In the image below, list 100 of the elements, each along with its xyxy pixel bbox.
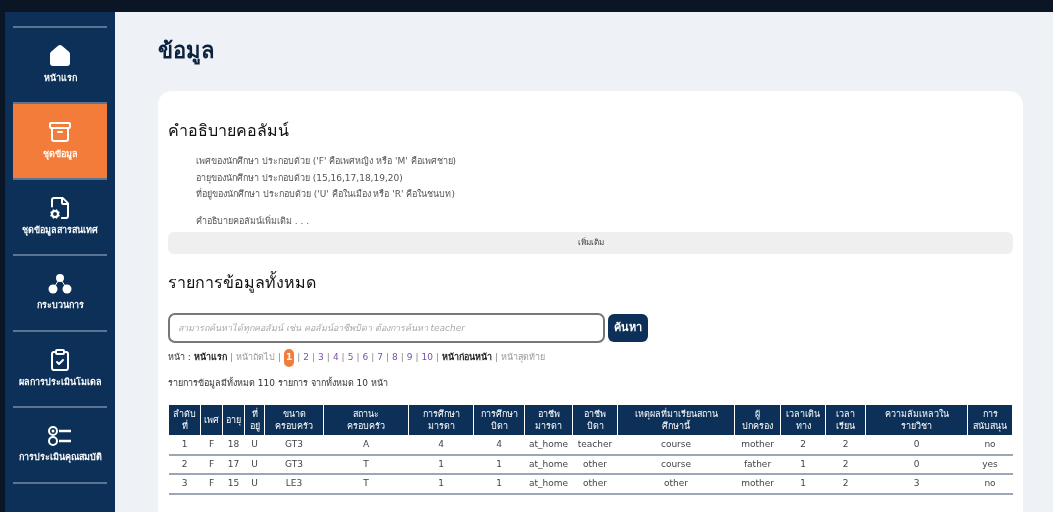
separator: | [436,351,440,364]
description-line: ที่อยู่ของนักศึกษา ประกอบด้วย ('U' คือในเมือง หรือ 'R' คือในชนบท) [196,188,456,202]
table-cell: GT3 [264,454,324,474]
table-cell: 1 [473,454,525,474]
table-cell: F [200,435,223,455]
table-cell: U [244,435,265,455]
clipboard-check-icon [48,348,72,373]
page-link[interactable]: 8 [392,351,398,365]
table-cell: no [967,435,1013,455]
table-cell: 18 [222,435,245,455]
column-header: การ สนับสนุน [967,404,1013,436]
column-header: ที่ อยู่ [244,404,265,436]
sidebar-item[interactable]: การประเมินคุณสมบัติ [13,408,107,482]
file-gear-icon [48,196,72,221]
page-link[interactable]: 10 [421,351,433,365]
sidebar-item[interactable]: กระบวนการ [13,256,107,330]
table-cell: 2 [780,435,826,455]
table-cell: 1 [780,474,826,494]
sidebar-label: ผลการประเมินโมเดล [18,376,102,390]
separator: | [371,351,375,364]
pagination-link[interactable]: หน้าก่อนหน้า [442,351,493,365]
separator: | [312,351,316,364]
table-cell: T [323,474,409,494]
separator: | [385,351,389,364]
page-link[interactable]: 3 [318,351,324,365]
table-cell: at_home [524,454,573,474]
search-button[interactable]: ค้นหา [608,314,648,342]
more-button[interactable]: เพิ่มเติม [168,232,1013,254]
separator: | [400,351,404,364]
table-cell: other [572,474,618,494]
sidebar-item[interactable]: ชุดข้อมูลสารสนเทศ [13,180,107,254]
table-cell: 3 [168,474,201,494]
table-cell: U [244,454,265,474]
table-cell: 1 [408,454,474,474]
drawer-icon [48,120,72,145]
column-header: ผู้ ปกครอง [734,404,781,436]
table-cell: other [617,474,735,494]
separator: | [495,351,499,364]
summary-text: รายการข้อมูลมีทั้งหมด 110 รายการ จากทั้งหมด 10 หน้า [168,376,389,390]
table-cell: 1 [780,454,826,474]
column-header: อาชีพ มารดา [524,404,573,436]
section-title: คำอธิบายคอลัมน์ [168,120,290,142]
column-header: การศึกษา บิดา [473,404,525,436]
column-header: ลำดับ ที่ [168,404,201,436]
table-cell: mother [734,435,781,455]
table-cell: no [967,474,1013,494]
table-cell: at_home [524,474,573,494]
separator: | [326,351,330,364]
column-header: สถานะ ครอบครัว [323,404,409,436]
page-link[interactable]: 6 [362,351,369,365]
sidebar-label: ชุดข้อมูลสารสนเทศ [22,224,98,238]
table-cell: 1 [168,435,201,455]
column-header: เวลาเดิน ทาง [780,404,826,436]
table-cell: 0 [865,454,968,474]
separator: | [277,351,281,364]
table-cell: 4 [408,435,474,455]
table-cell: 4 [473,435,525,455]
sidebar-item[interactable]: ผลการประเมินโมเดล [13,332,107,406]
separator: | [341,351,345,364]
table-cell: A [323,435,409,455]
separator: | [297,351,301,364]
table-cell: father [734,454,781,474]
more-description-text: คำอธิบายคอลัมน์เพิ่มเติม . . . [196,214,311,228]
home-icon [48,44,72,69]
column-header: อาชีพ บิดา [572,404,618,436]
table-cell: teacher [572,435,618,455]
table-cell: 2 [825,435,866,455]
column-header: เพศ [200,404,223,436]
table-cell: F [200,474,223,494]
sidebar-item[interactable]: หน้าแรก [13,28,107,102]
sidebar-label: การประเมินคุณสมบัติ [18,451,102,465]
table-cell: LE3 [264,474,324,494]
separator: | [229,351,233,364]
table-cell: 2 [168,454,201,474]
page-link[interactable]: 7 [377,351,383,365]
column-header: เหตุผลที่มาเรียนสถาน ศึกษานี้ [617,404,735,436]
description-line: เพศของนักศึกษา ประกอบด้วย ('F' คือเพศหญิง หรือ 'M' คือเพศชาย) [196,155,458,168]
page-link[interactable]: 5 [347,351,354,365]
table-cell: at_home [524,435,573,455]
column-header: อายุ [222,404,245,436]
page-link[interactable]: 9 [406,351,413,365]
description-line: อายุของนักศึกษา ประกอบด้วย (15,16,17,18,19,20) [196,171,404,185]
search-field[interactable]: สามารถค้นหาได้ทุกคอลัมน์ เช่น คอลัมน์อาชีพบิดา ต้องการค้นหา teacher [168,313,605,343]
table-cell: other [572,454,618,474]
table-cell: 0 [865,435,968,455]
table-cell: T [323,454,409,474]
table-cell: U [244,474,265,494]
table-cell: 1 [473,474,525,494]
column-header: เวลา เรียน [825,404,866,436]
page-link[interactable]: 4 [332,351,339,365]
page-link[interactable]: 2 [303,351,310,365]
separator: | [356,351,360,364]
pagination-link[interactable]: หน้าแรก [193,351,227,365]
table-cell: yes [967,454,1013,474]
sidebar-label: หน้าแรก [43,72,77,86]
page-title: ข้อมูล [158,37,215,67]
table-cell: 2 [825,454,866,474]
section-title: รายการข้อมูลทั้งหมด [168,271,317,295]
table-cell: mother [734,474,781,494]
table-cell: 15 [222,474,245,494]
